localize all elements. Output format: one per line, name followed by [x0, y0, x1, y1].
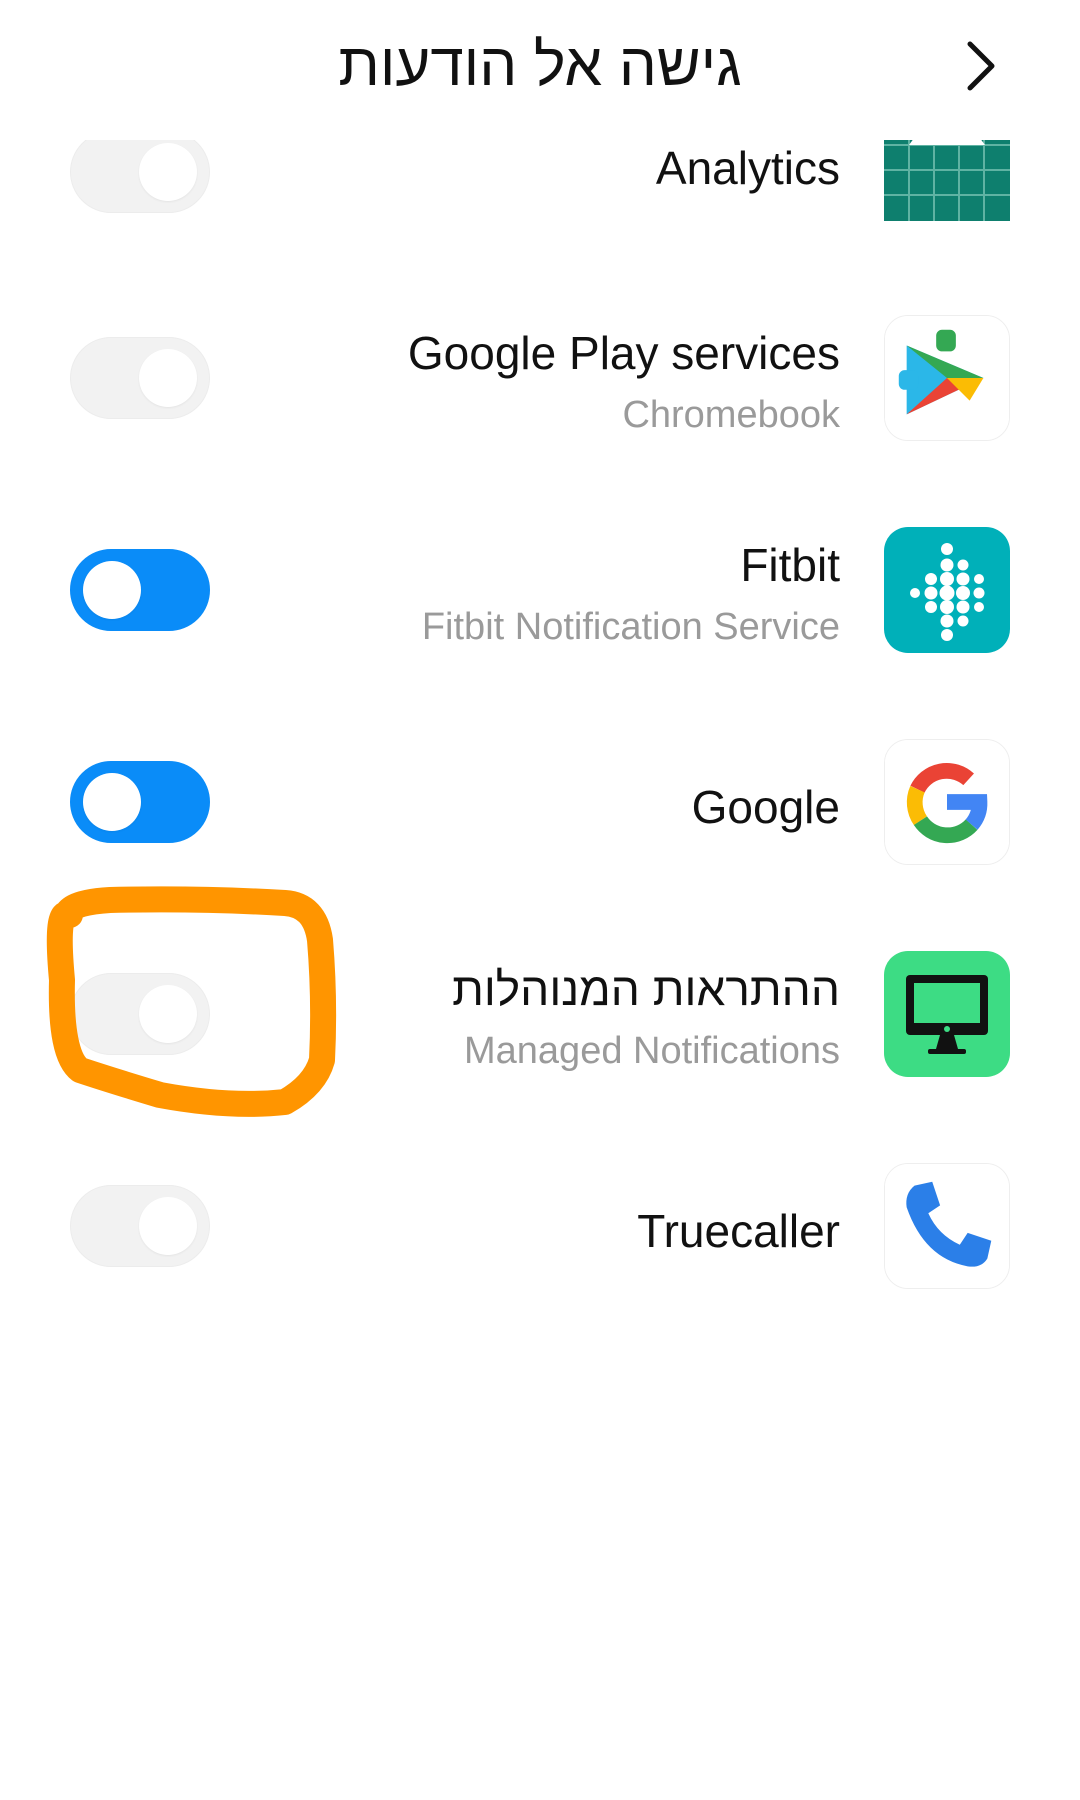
toggle-knob — [83, 773, 141, 831]
notification-access-toggle[interactable] — [70, 973, 210, 1055]
notification-access-toggle[interactable] — [70, 337, 210, 419]
notification-access-toggle[interactable] — [70, 131, 210, 213]
toggle-knob — [139, 349, 197, 407]
notification-access-toggle[interactable] — [70, 549, 210, 631]
app-row-fitbit[interactable]: Fitbit Fitbit Notification Service — [0, 512, 1080, 672]
app-name: Google Play services — [407, 327, 840, 379]
app-name: Fitbit — [740, 539, 840, 591]
toggle-knob — [139, 985, 197, 1043]
app-row-google[interactable]: Google — [0, 724, 1080, 884]
app-row-google-play-services[interactable]: Google Play services Chromebook — [0, 300, 1080, 460]
toggle-knob — [83, 561, 141, 619]
app-subtitle: Chromebook — [622, 394, 840, 436]
fitbit-icon — [884, 527, 1010, 653]
app-name: Analytics — [655, 142, 840, 194]
app-subtitle: Fitbit Notification Service — [421, 606, 840, 648]
app-name: ההתראות המנוהלות — [452, 963, 840, 1015]
google-play-services-icon — [884, 315, 1010, 441]
highlight-annotation — [46, 886, 337, 1117]
app-name: Truecaller — [637, 1205, 840, 1257]
chevron-right-icon[interactable] — [950, 36, 1010, 96]
notification-access-toggle[interactable] — [70, 1185, 210, 1267]
app-name: Google — [691, 781, 840, 833]
notification-access-toggle[interactable] — [70, 761, 210, 843]
phone-icon — [884, 1163, 1010, 1289]
app-row-managed-notifications[interactable]: ההתראות המנוהלות Managed Notifications — [0, 936, 1080, 1096]
toggle-knob — [139, 1197, 197, 1255]
toggle-knob — [139, 143, 197, 201]
page-title: גישה אל הודעות — [338, 31, 742, 98]
app-subtitle: Managed Notifications — [464, 1030, 840, 1072]
google-g-icon — [884, 739, 1010, 865]
app-row-truecaller[interactable]: Truecaller — [0, 1148, 1080, 1308]
monitor-icon — [884, 951, 1010, 1077]
app-bar: גישה אל הודעות — [0, 0, 1080, 140]
